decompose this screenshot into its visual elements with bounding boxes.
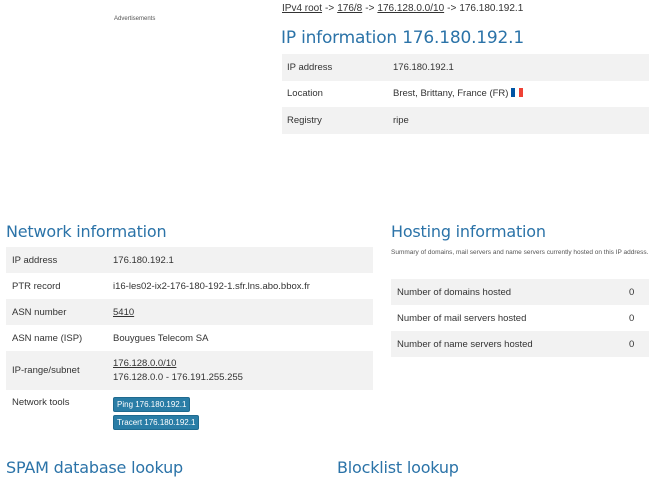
network-information-title: Network information xyxy=(6,222,167,241)
row-value: 176.180.192.1 xyxy=(113,254,174,266)
subnet-link[interactable]: 176.128.0.0/10 xyxy=(113,358,176,369)
table-row: IP-range/subnet 176.128.0.0/10 176.128.0… xyxy=(6,351,373,390)
row-key: Location xyxy=(287,88,323,100)
row-key: Registry xyxy=(287,114,322,126)
row-key: ASN number xyxy=(12,306,67,318)
ip-range-text: 176.128.0.0 - 176.191.255.255 xyxy=(113,371,243,383)
row-value: 5410 xyxy=(113,307,373,318)
table-row: Number of mail servers hosted 0 xyxy=(391,305,649,331)
row-value: 0 xyxy=(629,312,635,324)
row-value: ripe xyxy=(393,114,409,126)
row-key: Network tools xyxy=(12,397,70,408)
row-key: ASN name (ISP) xyxy=(12,332,83,344)
row-key: IP address xyxy=(287,61,333,73)
row-value: 176.128.0.0/10 176.128.0.0 - 176.191.255… xyxy=(113,357,373,385)
row-key: Number of domains hosted xyxy=(397,286,512,298)
location-text: Brest, Brittany, France (FR) xyxy=(393,88,509,100)
table-row: Location Brest, Brittany, France (FR) xyxy=(282,81,649,108)
asn-link[interactable]: 5410 xyxy=(113,307,134,318)
table-row: Registry ripe xyxy=(282,107,649,134)
france-flag-icon xyxy=(511,88,524,98)
ptr-record-value: i16-les02-ix2-176-180-192-1.sfr.lns.abo.… xyxy=(113,280,310,292)
row-key: Number of mail servers hosted xyxy=(397,312,527,324)
row-value: 0 xyxy=(629,338,635,350)
breadcrumb-subnet[interactable]: 176.128.0.0/10 xyxy=(377,3,444,14)
hosting-information-title: Hosting information xyxy=(391,222,546,241)
breadcrumb-current: 176.180.192.1 xyxy=(459,3,524,14)
network-tools: Ping 176.180.192.1 Tracert 176.180.192.1 xyxy=(113,397,373,433)
tracert-button[interactable]: Tracert 176.180.192.1 xyxy=(113,415,200,430)
table-row: IP address 176.180.192.1 xyxy=(6,247,373,273)
ping-button[interactable]: Ping 176.180.192.1 xyxy=(113,397,191,412)
table-row: ASN name (ISP) Bouygues Telecom SA xyxy=(6,325,373,351)
hosting-information-table: Number of domains hosted 0 Number of mai… xyxy=(391,279,649,357)
blocklist-lookup-title: Blocklist lookup xyxy=(337,458,459,477)
row-value: 0 xyxy=(629,286,635,298)
breadcrumb-176-8[interactable]: 176/8 xyxy=(337,3,362,14)
breadcrumb-separator: -> xyxy=(325,3,335,14)
asn-name-value: Bouygues Telecom SA xyxy=(113,332,209,344)
breadcrumb-separator: -> xyxy=(365,3,375,14)
row-key: IP-range/subnet xyxy=(12,365,80,376)
breadcrumb-separator: -> xyxy=(447,3,457,14)
row-value: 176.180.192.1 xyxy=(393,61,454,73)
table-row: ASN number 5410 xyxy=(6,299,373,325)
table-row: IP address 176.180.192.1 xyxy=(282,54,649,81)
table-row: Number of name servers hosted 0 xyxy=(391,331,649,357)
breadcrumb-ipv4-root[interactable]: IPv4 root xyxy=(282,3,322,14)
row-key: IP address xyxy=(12,254,58,266)
ip-information-table: IP address 176.180.192.1 Location Brest,… xyxy=(282,54,649,134)
table-row: PTR record i16-les02-ix2-176-180-192-1.s… xyxy=(6,273,373,299)
row-key: PTR record xyxy=(12,280,61,292)
network-information-table: IP address 176.180.192.1 PTR record i16-… xyxy=(6,247,373,434)
row-value-location: Brest, Brittany, France (FR) xyxy=(393,88,649,99)
table-row: Number of domains hosted 0 xyxy=(391,279,649,305)
ip-information-title: IP information 176.180.192.1 xyxy=(281,28,524,48)
table-row: Network tools Ping 176.180.192.1 Tracert… xyxy=(6,390,373,434)
advertisements-label: Advertisements xyxy=(114,16,156,22)
spam-database-lookup-title: SPAM database lookup xyxy=(6,458,183,477)
hosting-summary: Summary of domains, mail servers and nam… xyxy=(391,249,649,256)
breadcrumb: IPv4 root -> 176/8 -> 176.128.0.0/10 -> 176.18… xyxy=(282,3,523,14)
row-key: Number of name servers hosted xyxy=(397,338,533,350)
